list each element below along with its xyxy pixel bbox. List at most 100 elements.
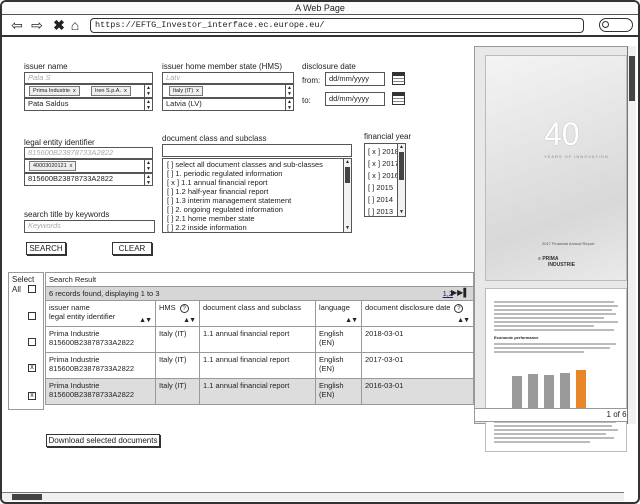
lei-input[interactable]: 815600B23878733A2822 — [24, 147, 153, 159]
doc-class-input[interactable] — [162, 144, 352, 157]
hms-label: issuer home member state (HMS) — [162, 62, 283, 71]
hms-tag-box: Italy (IT) x ▲ ▼ — [162, 84, 294, 98]
scroll-thumb[interactable] — [629, 56, 635, 101]
text-line — [494, 441, 590, 443]
row-checkbox[interactable]: x — [28, 364, 36, 372]
doc-class-item[interactable]: [ ] 1.2 half-year financial report — [167, 187, 347, 196]
scroll-down-icon[interactable]: ▼ — [344, 225, 351, 232]
col-hms[interactable]: HMS? ▲▼ — [155, 300, 200, 327]
page-scrollbar-horizontal[interactable] — [2, 492, 624, 501]
row-checkbox[interactable] — [28, 312, 36, 320]
close-x-icon[interactable]: ✖ — [52, 18, 66, 32]
col-date[interactable]: document disclosure date? ▲▼ — [361, 300, 474, 327]
issuer-tag[interactable]: Prima Industrie x — [29, 86, 80, 96]
lei-tag[interactable]: 40003020121 x — [29, 161, 77, 171]
cover-caption: YEARS OF INNOVATION — [544, 154, 609, 159]
lei-select[interactable]: 815600B23878733A2822 ▲ ▼ — [24, 173, 153, 186]
doc-class-list[interactable]: [ ] select all document classes and sub-… — [162, 158, 352, 233]
chart-bar — [512, 376, 522, 410]
sort-arrows-icon[interactable]: ▲▼ — [457, 317, 470, 324]
scroll-up-icon[interactable]: ▲ — [398, 144, 405, 151]
lei-tag-scroll[interactable]: ▲ ▼ — [144, 160, 152, 172]
download-button[interactable]: Download selected documents — [46, 434, 160, 447]
scroll-down-icon[interactable]: ▼ — [398, 209, 405, 216]
issuer-tag-scroll[interactable]: ▲ ▼ — [144, 85, 152, 97]
doc-class-label: document class and subclass — [162, 134, 267, 143]
sort-arrows-icon[interactable]: ▲▼ — [345, 317, 358, 324]
col-issuer[interactable]: issuer name legal entity identifier ▲▼ — [45, 300, 156, 327]
results-table: Search Result 6 records found, displayin… — [45, 272, 474, 405]
to-label: to: — [302, 96, 311, 105]
browser-toolbar: ⇦ ⇨ ✖ ⌂ https://EFTG_Investor_interface.… — [2, 15, 638, 37]
hms-tag-scroll[interactable]: ▲ ▼ — [285, 85, 293, 97]
clear-button[interactable]: CLEAR — [112, 242, 152, 255]
page-scrollbar-vertical[interactable] — [627, 46, 636, 424]
forward-arrow-icon[interactable]: ⇨ — [30, 18, 44, 32]
row-checkbox[interactable] — [28, 338, 36, 346]
search-button[interactable]: SEARCH — [26, 242, 66, 255]
scroll-thumb[interactable] — [345, 167, 350, 183]
results-count: 6 records found, displaying 1 to 3 — [49, 289, 160, 298]
table-row[interactable]: Prima Industrie 815600B23878733A2822 Ital… — [45, 326, 474, 353]
hms-input[interactable]: Latv — [162, 72, 294, 84]
scroll-up-icon[interactable]: ▲ — [344, 159, 351, 166]
doc-class-item[interactable]: [ x ] 1.1 annual financial report — [167, 178, 347, 187]
chart-bar-highlight — [576, 370, 586, 410]
text-line — [494, 343, 616, 345]
lei-select-arrows[interactable]: ▲ ▼ — [144, 174, 152, 186]
text-line — [494, 313, 616, 315]
doc-class-item[interactable]: [ ] 2.2 inside information — [167, 223, 347, 232]
from-date-input[interactable]: dd/mm/yyyy — [325, 72, 385, 86]
table-row-selected[interactable]: Prima Industrie 815600B23878733A2822 Ital… — [45, 378, 474, 405]
scroll-thumb[interactable] — [399, 152, 404, 180]
hms-select[interactable]: Latvia (LV) ▲ ▼ — [162, 98, 294, 111]
chart-bar — [560, 373, 570, 410]
issuer-tag[interactable]: Iren S.p.A. x — [91, 86, 131, 96]
doc-class-item[interactable]: [ ] 2. ongoing regulated information — [167, 205, 347, 214]
doc-class-item[interactable]: [ ] 1. periodic regulated information — [167, 169, 347, 178]
doc-class-item[interactable]: [ ] 2.1 home member state — [167, 214, 347, 223]
fin-year-list[interactable]: [ x ] 2018 [ x ] 2017 [ x ] 2016 [ ] 201… — [364, 143, 406, 217]
fin-year-label: financial year — [364, 132, 412, 141]
cell-hms: Italy (IT) — [155, 326, 200, 353]
url-bar[interactable]: https://EFTG_Investor_interface.ec.europ… — [90, 18, 584, 33]
pdf-preview[interactable]: 40 YEARS OF INNOVATION 2017 Financial An… — [474, 46, 636, 452]
brand-line2: INDUSTRIE — [548, 262, 575, 268]
col-doc-label: document class and subclass — [203, 303, 301, 312]
issuer-tag-box: Prima Industrie x Iren S.p.A. x ▲ ▼ — [24, 84, 153, 98]
hms-select-arrows[interactable]: ▲ ▼ — [285, 99, 293, 111]
cell-language-code: (EN) — [319, 364, 335, 373]
doc-class-item[interactable]: [ ] 1.3 interim management statement — [167, 196, 347, 205]
search-title-label: search title by keywords — [24, 210, 110, 219]
cell-date: 2016-03-01 — [361, 378, 474, 405]
fin-year-scrollbar[interactable]: ▲ ▼ — [397, 144, 405, 216]
col-language[interactable]: language ▲▼ — [315, 300, 362, 327]
cell-issuer: Prima Industrie — [49, 381, 100, 390]
col-doc[interactable]: document class and subclass — [199, 300, 316, 327]
help-icon[interactable]: ? — [454, 304, 464, 313]
from-calendar-icon[interactable] — [392, 72, 405, 85]
issuer-selected-value: Pata Saldus — [28, 99, 69, 108]
row-checkbox[interactable]: x — [28, 392, 36, 400]
help-icon[interactable]: ? — [179, 304, 189, 313]
table-row[interactable]: Prima Industrie 815600B23878733A2822 Ital… — [45, 352, 474, 379]
to-calendar-icon[interactable] — [392, 92, 405, 105]
browser-search-toggle[interactable] — [599, 18, 633, 32]
back-arrow-icon[interactable]: ⇦ — [10, 18, 24, 32]
to-date-input[interactable]: dd/mm/yyyy — [325, 92, 385, 106]
issuer-input[interactable]: Pata S — [24, 72, 153, 84]
results-count-row: 6 records found, displaying 1 to 3 1,2 ▶… — [45, 286, 474, 301]
lei-selected-value: 815600B23878733A2822 — [28, 174, 114, 183]
scroll-thumb[interactable] — [12, 494, 42, 500]
text-line — [494, 305, 618, 307]
issuer-select[interactable]: Pata Saldus ▲ ▼ — [24, 98, 153, 111]
keywords-input[interactable]: Keywords — [24, 220, 155, 233]
hms-tag[interactable]: Italy (IT) x — [169, 86, 203, 96]
next-page-icon[interactable]: ▶▶▌ — [451, 288, 469, 297]
doc-class-item[interactable]: [ ] select all document classes and sub-… — [167, 160, 347, 169]
issuer-select-arrows[interactable]: ▲ ▼ — [144, 99, 152, 111]
doc-class-scrollbar[interactable]: ▲ ▼ — [343, 159, 351, 232]
home-icon[interactable]: ⌂ — [68, 18, 82, 32]
sort-arrows-icon[interactable]: ▲▼ — [183, 317, 196, 324]
sort-arrows-icon[interactable]: ▲▼ — [139, 317, 152, 324]
